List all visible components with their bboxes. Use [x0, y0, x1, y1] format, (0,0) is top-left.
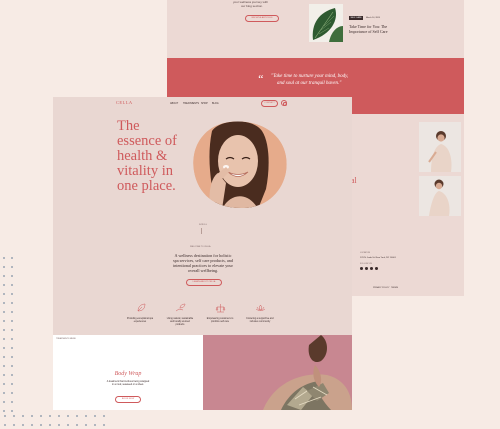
- hero-title-line: essence of: [117, 133, 177, 149]
- footer-link-privacy[interactable]: PRIVACY POLICY: [373, 287, 390, 289]
- decorative-dot: [76, 415, 78, 417]
- decorative-dot: [31, 424, 33, 426]
- nav-treatments[interactable]: TREATMENTS: [183, 102, 199, 105]
- decorative-dot: [58, 415, 60, 417]
- nav-about[interactable]: ABOUT: [170, 102, 178, 105]
- post-title-line-2[interactable]: Importance of Self Care: [349, 29, 388, 34]
- post-date: March 14, 2024: [366, 17, 380, 19]
- feature-text: inclusive community: [249, 321, 271, 323]
- welcome-label: WELCOME TO CELLA: [190, 246, 211, 248]
- decorative-dot: [31, 415, 33, 417]
- facebook-icon[interactable]: [365, 267, 368, 270]
- leaf-icon: [121, 300, 159, 318]
- service-title: Body Wrap: [114, 371, 142, 377]
- decorative-dot: [13, 415, 15, 417]
- feature-text: products: [175, 324, 185, 326]
- service-card: TREATMENTS MENU Body Wrap A treatment th…: [53, 335, 203, 410]
- body-wrap-photo: [203, 335, 352, 410]
- nav-shop[interactable]: SHOP: [201, 102, 208, 105]
- hero-title-line: vitality in: [117, 163, 173, 179]
- decorative-dot: [94, 424, 96, 426]
- hero-portrait: [186, 119, 290, 209]
- post-tag: SELF CARE: [349, 16, 363, 20]
- feature-item: Fostering a supportive and inclusive comm…: [241, 300, 279, 324]
- decorative-dot: [85, 415, 87, 417]
- quote-line-2: and soul at our tranquil haven.": [277, 81, 342, 86]
- decorative-dot: [49, 415, 51, 417]
- decorative-dot: [4, 424, 6, 426]
- quote-line-1: "Take time to nurture your mind, body,: [271, 74, 349, 79]
- book-now-button[interactable]: BOOK NOW: [115, 396, 141, 403]
- decorative-dot: [4, 415, 6, 417]
- feature-text: prioritize self care: [211, 321, 229, 323]
- hero-title: The essence of health & vitality in one plac…: [117, 119, 177, 194]
- section-label: TREATMENTS MENU: [56, 338, 76, 340]
- front-page-mockup: CELLA ABOUT TREATMENTS SHOP BLOG CONTACT…: [53, 97, 352, 410]
- lotus-icon: [241, 300, 279, 318]
- hero-title-line: health &: [117, 148, 168, 164]
- decorative-dot: [67, 424, 69, 426]
- post-thumbnail: [309, 4, 343, 42]
- balance-icon: [201, 300, 239, 318]
- decorative-dot: [22, 424, 24, 426]
- hero-title-line: The: [117, 118, 140, 134]
- pinterest-icon[interactable]: [375, 267, 378, 270]
- decorative-dot: [85, 424, 87, 426]
- location-label: LOCATION: [360, 252, 371, 254]
- feature-text: experiences: [133, 321, 147, 323]
- quote-mark: “: [257, 72, 264, 86]
- decorative-dot: [40, 424, 42, 426]
- service-description: A treatment that involves being wrapped i…: [53, 380, 203, 386]
- decorative-dot: [103, 415, 105, 417]
- side-photo-2: [419, 176, 461, 216]
- social-label: FOLLOW US: [360, 263, 372, 265]
- location-address: 123 N. Jade St. New York, NY 10001: [360, 257, 396, 259]
- decorative-dot: [13, 424, 15, 426]
- nav-blog[interactable]: BLOG: [212, 102, 219, 105]
- decorative-dot: [58, 424, 60, 426]
- decorative-dot: [76, 424, 78, 426]
- scroll-hint: SCROLL: [199, 224, 208, 226]
- feature-item: Empowering customers to prioritize self c…: [201, 300, 239, 324]
- hand-leaf-icon: [161, 300, 199, 318]
- side-photo-1: [419, 122, 461, 172]
- decorative-dot: [40, 415, 42, 417]
- browse-articles-button[interactable]: BROWSE ARTICLES: [245, 15, 279, 22]
- footer-link-terms[interactable]: TERMS: [391, 287, 398, 289]
- intro-text: A wellness destination for holistic spa s…: [153, 253, 253, 273]
- decorative-dot: [103, 424, 105, 426]
- blog-intro-line-2: our blog section.: [241, 4, 264, 8]
- logo[interactable]: CELLA: [116, 100, 133, 105]
- feature-item: Providing exceptional spa experiences: [121, 300, 159, 324]
- search-icon[interactable]: [281, 100, 287, 106]
- twitter-icon[interactable]: [370, 267, 373, 270]
- social-icons: [360, 267, 384, 271]
- instagram-icon[interactable]: [360, 267, 363, 270]
- decorative-dot: [67, 415, 69, 417]
- feature-item: Using natural, sustainable and locally so…: [161, 300, 199, 327]
- features-row: Providing exceptional spa experiences Usin…: [121, 300, 295, 326]
- service-description-line: in a mud, seaweed or a sheet.: [111, 383, 145, 387]
- contact-button[interactable]: CONTACT: [261, 100, 278, 107]
- learn-about-button[interactable]: LEARN ABOUT CELLA: [186, 279, 222, 286]
- scroll-line: [201, 228, 202, 234]
- decorative-dot: [22, 415, 24, 417]
- decorative-dot: [94, 415, 96, 417]
- hero-title-line: one place.: [117, 178, 176, 194]
- intro-line: overall wellbeing.: [187, 268, 219, 273]
- decorative-dot: [49, 424, 51, 426]
